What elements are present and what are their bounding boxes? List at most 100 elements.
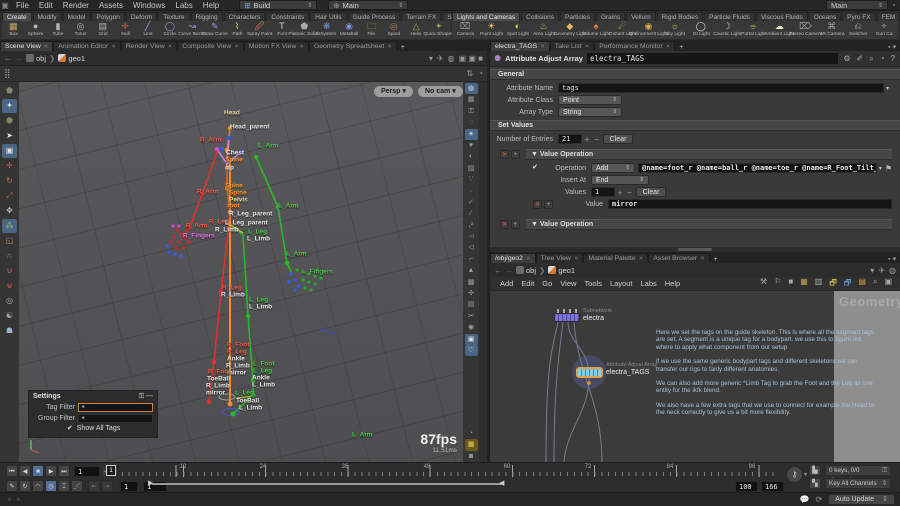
spinner-icons[interactable]: ＋ －: [582, 135, 603, 144]
shelf-tab[interactable]: Viscous Fluids: [755, 12, 808, 21]
range-total-field[interactable]: 166: [761, 481, 784, 492]
tangent-icon[interactable]: ⋰: [71, 480, 83, 492]
shelf-tool[interactable]: ◯ GI Light: [688, 21, 714, 39]
orbit-icon[interactable]: ☯: [2, 309, 17, 323]
ghost-icon[interactable]: ◌: [465, 117, 478, 128]
pane-tab[interactable]: Material Palette ✕: [583, 253, 649, 264]
shelf-tool[interactable]: ⌯ Portal Light: [740, 21, 766, 39]
shelf-tab[interactable]: Modify: [32, 12, 62, 21]
shelf-tab[interactable]: Rigid Bodies: [656, 12, 704, 21]
network-canvas[interactable]: Geometry Subnetwork electra Attribute Ad…: [490, 291, 900, 462]
cycle-icon[interactable]: ↻: [19, 480, 31, 492]
operation-dropdown[interactable]: Add ⇕: [591, 163, 635, 173]
attribute-class-dropdown[interactable]: Point ⇕: [558, 95, 622, 105]
desktop-dropdown-right[interactable]: Main ⇕: [826, 0, 888, 10]
spinner-icons[interactable]: ＋ －: [615, 188, 636, 197]
shelf-tool[interactable]: ⌧ Camera: [452, 21, 478, 39]
shelf-tab[interactable]: Texture: [158, 12, 190, 21]
desktop-dropdown[interactable]: ⊕ Main ⇕: [328, 0, 409, 10]
close-icon[interactable]: ✕: [168, 42, 173, 52]
shelf-tool[interactable]: ↝ Curve Bezier: [178, 21, 206, 39]
pin-icon[interactable]: ✈: [878, 266, 885, 275]
shelf-tool[interactable]: ▦ Box: [2, 21, 24, 39]
shelf-tool[interactable]: ◉ Metaball: [338, 21, 360, 39]
shelf-tab[interactable]: Characters: [223, 12, 266, 21]
pose-icon[interactable]: ✥: [2, 204, 17, 218]
shelf-tool[interactable]: ▤ Grid: [92, 21, 114, 39]
shelf-tab[interactable]: Deform: [125, 12, 158, 21]
remove-value-icon[interactable]: ✕: [533, 199, 542, 209]
shelf-tab[interactable]: Grains: [595, 12, 626, 21]
profiles-icon[interactable]: ◁: [465, 242, 478, 253]
shelf-tool[interactable]: ✎ Draw Curve: [202, 21, 228, 39]
fog-icon[interactable]: ✣: [465, 288, 478, 299]
pane-tab[interactable]: Take List ✕: [549, 41, 595, 51]
field-menu-icon[interactable]: ▾: [877, 165, 885, 172]
enable-checkbox[interactable]: ✔: [531, 164, 539, 172]
menu-item[interactable]: Render: [58, 1, 94, 10]
expression-flag-icon[interactable]: ⚑: [885, 164, 892, 173]
points-icon[interactable]: ∵: [465, 174, 478, 185]
shelf-tool[interactable]: ⌦ Stereo Camera: [789, 21, 822, 39]
insert-at-dropdown[interactable]: End ⇕: [591, 175, 649, 185]
prev-key-button[interactable]: ⇤: [88, 480, 100, 492]
network-menu-item[interactable]: Tools: [580, 279, 606, 288]
wire-icon[interactable]: ▦: [465, 94, 478, 105]
close-icon[interactable]: ✕: [387, 42, 392, 52]
shelf-tab[interactable]: Pyro FX: [842, 12, 876, 21]
handles-icon[interactable]: ⁂: [2, 219, 17, 233]
insert-entry-icon[interactable]: +: [511, 219, 520, 229]
stop-icon[interactable]: ■: [786, 277, 795, 291]
network-menu-item[interactable]: Help: [661, 279, 684, 288]
pane-tab[interactable]: electra_TAGS ✕: [490, 41, 550, 51]
view-mode-icon[interactable]: ✦: [2, 99, 17, 113]
lock-icon[interactable]: ⚿: [465, 106, 478, 117]
pane-tab[interactable]: /obj/geo2 ✕: [490, 253, 536, 263]
shelf-tab[interactable]: Constraints: [266, 12, 310, 21]
section-set-values[interactable]: Set Values: [490, 120, 900, 131]
origin-icon[interactable]: ▲: [465, 265, 478, 276]
timeline-ruler[interactable]: 12 24 36 48 60 72 84 96 1: [106, 464, 778, 477]
dolly-icon[interactable]: ☗: [2, 324, 17, 338]
path-obj[interactable]: obj: [26, 54, 46, 63]
normals-icon[interactable]: ✓: [465, 197, 478, 208]
pane-tab[interactable]: Performance Monitor ✕: [594, 41, 676, 51]
shelf-tab[interactable]: Guide Process: [347, 12, 401, 21]
node-electra-tags[interactable]: [577, 368, 602, 377]
shelf-tool[interactable]: ⎌ Switcher: [845, 21, 871, 39]
select-arrow-icon[interactable]: ➤: [2, 129, 17, 143]
shelf-tool[interactable]: ❋ L-System: [315, 21, 337, 39]
shelf-tool[interactable]: ◉ Environment Light: [629, 21, 668, 39]
shelf-tool[interactable]: 🗀 File: [360, 21, 382, 39]
shelf-tool[interactable]: ✦ Quick Shapes: [423, 21, 453, 39]
flag-icon[interactable]: ⚐: [772, 277, 783, 291]
magnet-icon[interactable]: ⊎: [2, 279, 17, 293]
photo-icon[interactable]: ▤: [465, 299, 478, 310]
lamp-icon[interactable]: ♥: [465, 140, 478, 151]
shelf-tool[interactable]: ☽ Caustic Light: [713, 21, 741, 39]
close-icon[interactable]: ✕: [234, 42, 239, 52]
shelf-tool[interactable]: ◎ Spiral: [383, 21, 405, 39]
close-icon[interactable]: ✕: [639, 254, 644, 264]
viewpivot-icon[interactable]: ◎: [2, 294, 17, 308]
camera-menu[interactable]: No cam ▾: [418, 86, 463, 97]
clear-button[interactable]: Clear: [602, 134, 634, 144]
menu-item[interactable]: File: [11, 1, 34, 10]
shelf-tool[interactable]: ▮ Tube: [47, 21, 69, 39]
attribute-name-field[interactable]: tags: [558, 83, 884, 93]
path-dropdown-icon[interactable]: ▾: [429, 54, 433, 63]
pattern-field[interactable]: @name=foot_r @name=ball_r @name=toe_r @n…: [638, 163, 877, 173]
network-menu-item[interactable]: Layout: [606, 279, 637, 288]
shelf-tab[interactable]: Lights and Cameras: [452, 12, 521, 21]
magnifier-icon[interactable]: ⌕: [868, 54, 874, 64]
stop-button[interactable]: ■: [32, 465, 44, 477]
shelf-tab[interactable]: Particle Fluids: [704, 12, 755, 21]
array-type-dropdown[interactable]: String ⇕: [558, 107, 622, 117]
pane-tab[interactable]: Scene View ✕: [0, 41, 54, 51]
range-bracket-icon[interactable]: ⌶: [58, 480, 70, 492]
value-operation-header[interactable]: ▼ Value Operation: [526, 148, 892, 160]
shelf-tool[interactable]: ⌇ Path: [226, 21, 248, 39]
search-icon[interactable]: ⌕: [871, 277, 879, 291]
new-tab-button[interactable]: +: [710, 256, 722, 263]
next-key-button[interactable]: ⇥: [101, 480, 113, 492]
